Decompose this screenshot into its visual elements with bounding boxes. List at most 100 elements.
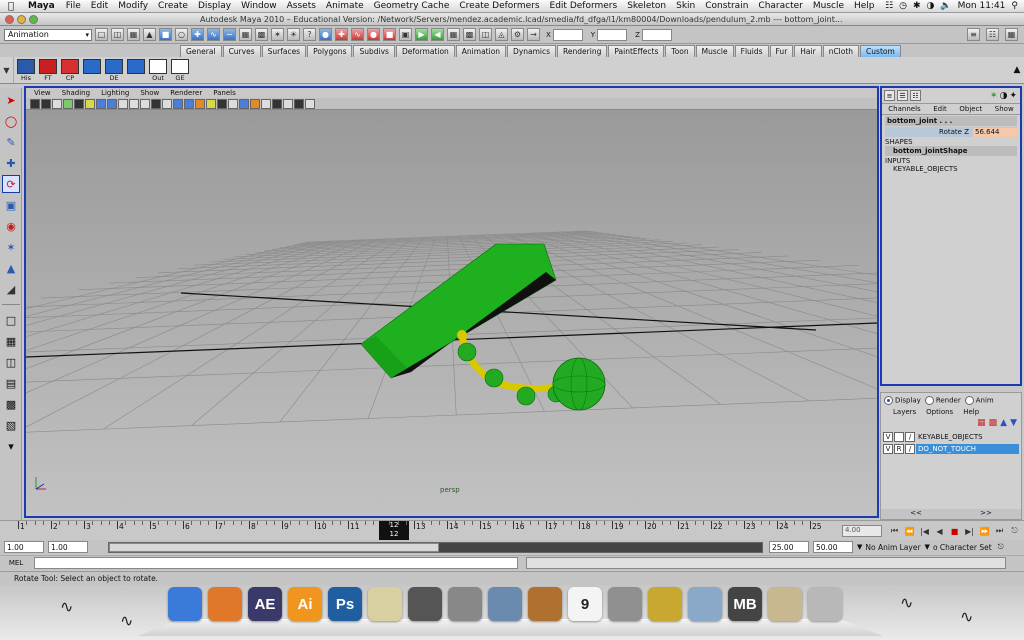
attribute-editor-icon[interactable]: ≡: [967, 28, 980, 41]
shelf-tab-curves[interactable]: Curves: [222, 45, 261, 57]
zoom-button[interactable]: [29, 14, 38, 24]
xray-icon[interactable]: [228, 98, 238, 109]
auto-key-icon[interactable]: ⎋: [998, 541, 1004, 553]
layer-name[interactable]: KEYABLE_OBJECTS: [916, 432, 1019, 442]
shelf-item-8[interactable]: GE: [170, 57, 190, 83]
character-set-dropdown[interactable]: ▼ o Character Set: [925, 541, 992, 553]
mask-deform-icon[interactable]: ▩: [255, 28, 268, 41]
mask-surfaces-icon[interactable]: ▦: [239, 28, 252, 41]
shelf-item-2[interactable]: FT: [38, 57, 58, 83]
layout-four-icon[interactable]: ▦: [2, 332, 20, 350]
transform-icon[interactable]: ✶: [990, 91, 998, 101]
radio-button[interactable]: [924, 396, 934, 405]
bluetooth-icon[interactable]: ☷: [885, 1, 893, 11]
z-field[interactable]: [641, 28, 672, 41]
select-hierarchy-icon[interactable]: ▲: [143, 28, 156, 41]
snap-grid-icon[interactable]: ✚: [335, 28, 348, 41]
lock-selection-icon[interactable]: ●: [319, 28, 332, 41]
layer-menu-help[interactable]: Help: [963, 408, 979, 416]
shelf-tab-ncloth[interactable]: nCloth: [822, 45, 860, 57]
step-forward-key-icon[interactable]: ⏩: [978, 525, 991, 537]
channel-menu-show[interactable]: Show: [995, 105, 1014, 113]
shelf-menu-icon[interactable]: ▼: [0, 57, 14, 83]
layout-persp-graph-icon[interactable]: ▤: [2, 374, 20, 392]
select-camera-icon[interactable]: [30, 98, 40, 109]
range-bar[interactable]: [108, 541, 763, 553]
shelf-tab-dynamics[interactable]: Dynamics: [507, 45, 557, 57]
time-slider[interactable]: 1234567891011121212131415161718192021222…: [0, 520, 1024, 541]
panel-menu-show[interactable]: Show: [140, 89, 159, 97]
layout-more-icon[interactable]: ▾: [2, 437, 20, 455]
snap-curve-icon[interactable]: ∿: [351, 28, 364, 41]
next-layer-page[interactable]: >>: [980, 509, 992, 519]
go-to-end-icon[interactable]: ⏭: [993, 525, 1006, 537]
channel-box-icon[interactable]: ▦: [1005, 28, 1018, 41]
xray-joints-icon[interactable]: [239, 98, 249, 109]
x-field[interactable]: [552, 28, 583, 41]
globe-icon[interactable]: ◑: [1000, 91, 1008, 101]
menu-file[interactable]: File: [61, 1, 86, 11]
construction-history-icon[interactable]: ▦: [447, 28, 460, 41]
volume-icon[interactable]: 🔈: [940, 1, 951, 11]
radio-render[interactable]: Render: [924, 396, 961, 405]
bookmark-icon[interactable]: [52, 98, 62, 109]
panel-menu-view[interactable]: View: [34, 89, 51, 97]
menu-muscle[interactable]: Muscle: [808, 1, 849, 11]
both-tab-icon[interactable]: ☷: [910, 90, 921, 101]
channel-menu-edit[interactable]: Edit: [933, 105, 947, 113]
menu-set-dropdown[interactable]: Animation ▾: [4, 28, 92, 41]
previous-layer-page[interactable]: <<: [910, 509, 922, 519]
dock-pencil-icon[interactable]: [368, 587, 402, 621]
mask-dynamics-icon[interactable]: ✶: [271, 28, 284, 41]
shelf-item-1[interactable]: His: [16, 57, 36, 83]
make-live-icon[interactable]: ▣: [399, 28, 412, 41]
mask-render-icon[interactable]: ☀: [287, 28, 300, 41]
tool-settings-icon[interactable]: ☷: [986, 28, 999, 41]
panel-options-icon[interactable]: [305, 98, 315, 109]
smooth-shade-icon[interactable]: [173, 98, 183, 109]
dock-photoshop-icon[interactable]: Ps: [328, 587, 362, 621]
select-component-icon[interactable]: ○: [175, 28, 188, 41]
go-to-start-icon[interactable]: ⏮: [888, 525, 901, 537]
shelf-tab-deformation[interactable]: Deformation: [395, 45, 455, 57]
film-gate-icon[interactable]: [96, 98, 106, 109]
dock-preferences-icon[interactable]: [608, 587, 642, 621]
layer-move-up-icon[interactable]: ▲: [1000, 418, 1007, 428]
camera-attributes-icon[interactable]: [41, 98, 51, 109]
shelf-item-5[interactable]: DE: [104, 57, 124, 83]
menu-assets[interactable]: Assets: [282, 1, 321, 11]
menu-display[interactable]: Display: [193, 1, 236, 11]
range-end-field[interactable]: 50.00: [813, 541, 853, 553]
dock-garageband-icon[interactable]: [528, 587, 562, 621]
mask-handles-icon[interactable]: ✚: [191, 28, 204, 41]
layer-menu-options[interactable]: Options: [926, 408, 953, 416]
dock-preview-icon[interactable]: [768, 587, 802, 621]
current-time-field[interactable]: 4.00: [842, 525, 882, 537]
menu-modify[interactable]: Modify: [113, 1, 153, 11]
scale-tool-icon[interactable]: ▣: [2, 196, 20, 214]
shelf-tab-fluids[interactable]: Fluids: [734, 45, 769, 57]
shadows-icon[interactable]: [217, 98, 227, 109]
dock-firefox-icon[interactable]: [208, 587, 242, 621]
menu-create-deformers[interactable]: Create Deformers: [454, 1, 544, 11]
save-scene-icon[interactable]: ▦: [127, 28, 140, 41]
panel-menu-panels[interactable]: Panels: [213, 89, 236, 97]
render-view-icon[interactable]: ▩: [463, 28, 476, 41]
new-layer-icon[interactable]: ▦: [977, 418, 986, 428]
close-button[interactable]: [5, 14, 14, 24]
select-object-icon[interactable]: ■: [159, 28, 172, 41]
menu-skeleton[interactable]: Skeleton: [622, 1, 671, 11]
input-name[interactable]: KEYABLE_OBJECTS: [885, 165, 1017, 173]
apple-icon[interactable]: : [0, 1, 22, 12]
paint-select-icon[interactable]: ✎: [2, 133, 20, 151]
menu-create[interactable]: Create: [153, 1, 193, 11]
wifi-icon[interactable]: ◑: [927, 1, 935, 11]
key-icon[interactable]: ⎋: [1008, 525, 1021, 537]
shelf-scroll-icon[interactable]: ▲: [1010, 57, 1024, 83]
time-machine-icon[interactable]: ◷: [899, 1, 907, 11]
channel-box-tab-icon[interactable]: ≡: [884, 90, 895, 101]
layer-color-swatch[interactable]: /: [905, 443, 915, 454]
mask-curves-icon[interactable]: ∼: [223, 28, 236, 41]
playback-start-field[interactable]: 1.00: [48, 541, 88, 553]
dock-iphoto-icon[interactable]: [488, 587, 522, 621]
